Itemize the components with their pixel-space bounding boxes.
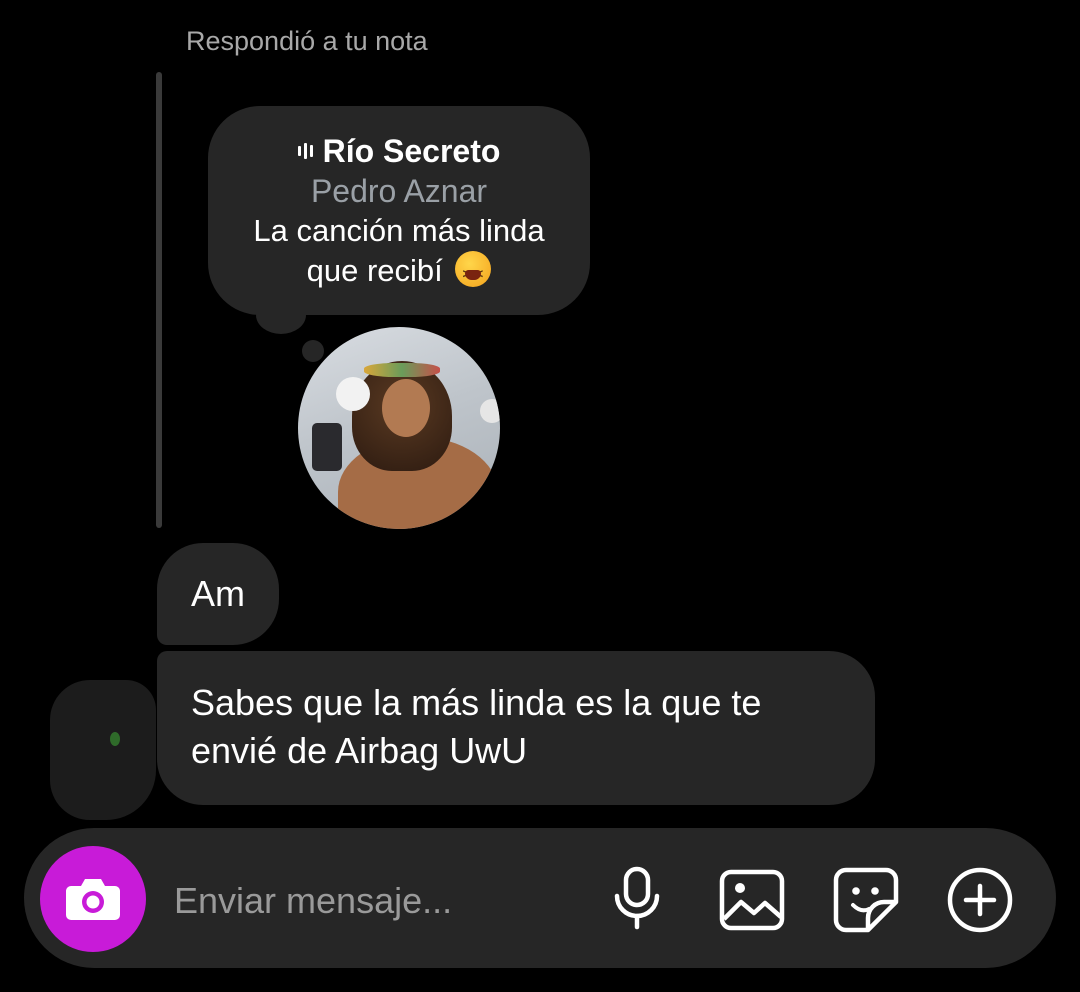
message-text: Sabes que la más linda es la que te envi… bbox=[191, 682, 762, 771]
note-song-title: Río Secreto bbox=[322, 132, 501, 169]
note-song-row: Río Secreto bbox=[297, 131, 501, 171]
avatar-photo-headband bbox=[364, 363, 440, 377]
message-bubble[interactable]: Am bbox=[157, 543, 279, 645]
gallery-icon bbox=[719, 869, 785, 931]
avatar-photo-lamp bbox=[336, 377, 370, 411]
sender-avatar-fragment bbox=[110, 732, 120, 746]
note-text: La canción más linda que recibí bbox=[253, 212, 545, 288]
avatar-photo-face bbox=[382, 379, 430, 437]
sticker-icon bbox=[833, 867, 899, 933]
plus-icon bbox=[947, 867, 1013, 933]
avatar-photo-phone bbox=[312, 423, 342, 471]
camera-button[interactable] bbox=[40, 846, 146, 952]
note-bubble[interactable]: Río Secreto Pedro Aznar La canción más l… bbox=[208, 106, 590, 315]
message-bubble[interactable]: Sabes que la más linda es la que te envi… bbox=[157, 651, 875, 805]
reply-quote-bar bbox=[156, 72, 162, 528]
note-author-avatar[interactable] bbox=[298, 327, 500, 529]
reply-label: Respondió a tu nota bbox=[186, 26, 428, 56]
voice-message-button[interactable] bbox=[601, 862, 673, 934]
message-text: Am bbox=[191, 573, 245, 614]
gallery-button[interactable] bbox=[716, 864, 788, 936]
sender-avatar-redacted bbox=[50, 680, 156, 820]
camera-icon bbox=[66, 879, 120, 920]
avatar-photo-lamp bbox=[480, 399, 500, 423]
more-options-button[interactable] bbox=[944, 864, 1016, 936]
note-bubble-tail-dot bbox=[302, 340, 324, 362]
sticker-button[interactable] bbox=[830, 864, 902, 936]
tired-face-emoji bbox=[455, 250, 492, 294]
music-bars-icon bbox=[297, 142, 313, 160]
note-artist: Pedro Aznar bbox=[310, 172, 488, 209]
message-input[interactable] bbox=[172, 872, 596, 930]
microphone-icon bbox=[614, 866, 660, 930]
note-text-row: La canción más linda que recibí bbox=[234, 211, 564, 294]
